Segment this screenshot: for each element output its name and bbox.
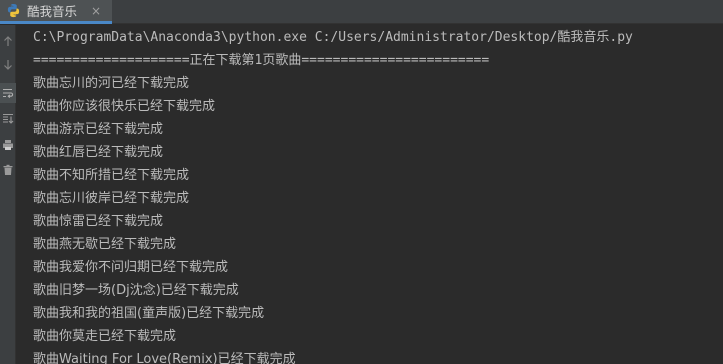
output-line: 歌曲惊雷已经下载完成 xyxy=(33,214,164,229)
soft-wrap-icon[interactable] xyxy=(0,83,16,103)
output-line: 歌曲旧梦一场(Dj沈念)已经下载完成 xyxy=(33,283,239,298)
scroll-to-end-icon[interactable] xyxy=(0,109,16,129)
output-line: 歌曲红唇已经下载完成 xyxy=(33,145,164,160)
output-line: 歌曲你莫走已经下载完成 xyxy=(33,329,177,344)
output-line: 歌曲Waiting For Love(Remix)已经下载完成 xyxy=(33,352,296,364)
run-window: 酷我音乐 × C:\ProgramData\Anaconda3\python.e… xyxy=(0,0,723,364)
print-icon[interactable] xyxy=(0,135,16,155)
output-line: 歌曲燕无歇已经下载完成 xyxy=(33,237,177,252)
tab-bar: 酷我音乐 × xyxy=(0,0,723,24)
console-toolbar xyxy=(0,25,16,364)
console-output[interactable]: C:\ProgramData\Anaconda3\python.exe C:/U… xyxy=(16,25,723,364)
tab-run-config[interactable]: 酷我音乐 × xyxy=(0,0,112,24)
output-line: 歌曲我和我的祖国(童声版)已经下载完成 xyxy=(33,306,265,321)
command-line: C:\ProgramData\Anaconda3\python.exe C:/U… xyxy=(33,30,633,45)
arrow-up-icon[interactable] xyxy=(0,31,16,51)
output-line: 歌曲你应该很快乐已经下载完成 xyxy=(33,99,216,114)
output-line: 歌曲忘川彼岸已经下载完成 xyxy=(33,191,190,206)
trash-icon[interactable] xyxy=(0,160,16,180)
python-icon xyxy=(6,3,21,18)
page-header-line: ====================正在下载第1页歌曲===========… xyxy=(33,53,490,68)
tab-close-icon[interactable]: × xyxy=(91,5,101,17)
output-line: 歌曲忘川的河已经下载完成 xyxy=(33,76,190,91)
arrow-down-icon[interactable] xyxy=(0,55,16,75)
output-line: 歌曲游京已经下载完成 xyxy=(33,122,164,137)
output-line: 歌曲不知所措已经下载完成 xyxy=(33,168,190,183)
output-line: 歌曲我爱你不问归期已经下载完成 xyxy=(33,260,229,275)
tab-title: 酷我音乐 xyxy=(27,4,78,19)
